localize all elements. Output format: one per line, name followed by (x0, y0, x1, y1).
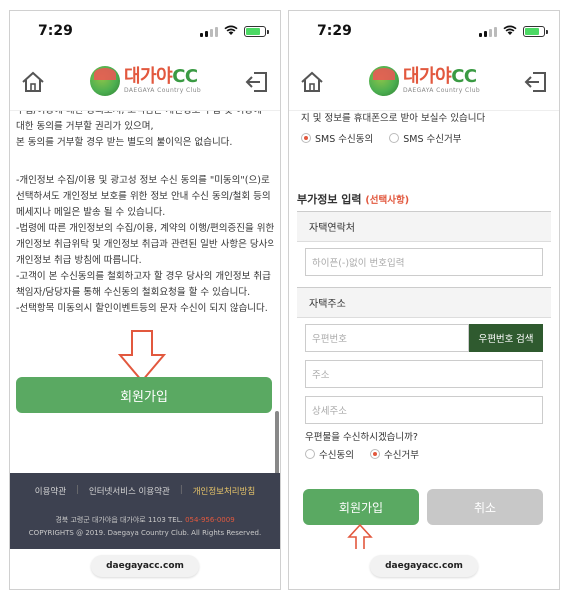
terms-text: 수집/이용에 대한 동의로서, 고객님은 개인정보 수집 및 이용에 대한 동의… (10, 111, 280, 479)
sms-agree-radio[interactable]: SMS 수신동의 (301, 131, 373, 145)
terms-line: 메세지나 메일은 발송 될 수 있습니다. (16, 207, 166, 218)
battery-icon (244, 26, 269, 37)
address-field-group: 자택주소 우편번호 우편번호 검색 주소 상세주소 (297, 287, 551, 438)
status-bar: 7:29 (289, 11, 559, 53)
contact-label: 자택연락처 (297, 212, 551, 242)
terms-line: -선택항목 미동의시 할인이벤트등의 문자 수신이 되지 않습니다. (16, 303, 268, 314)
status-time: 7:29 (317, 23, 352, 39)
home-icon[interactable] (20, 69, 46, 95)
status-time: 7:29 (38, 23, 73, 39)
footer-separator: | (179, 485, 183, 495)
logo[interactable]: 대가야CC DAEGAYA Country Club (90, 65, 201, 97)
terms-line: 책임자/담당자를 통해 수신동의 철회요청을 할 수 있습니다. (16, 287, 251, 298)
terms-line: 본 동의를 거부할 경우 받는 별도의 불이익은 없습니다. (16, 137, 233, 148)
address-input[interactable]: 주소 (305, 360, 543, 388)
mail-question: 우편물을 수신하시겠습니까? (305, 432, 418, 443)
radio-checked-icon (301, 133, 311, 143)
signal-icon (200, 27, 218, 37)
terms-line: 개인정보 취급위탁 및 개인정보 취급과 관련된 일반 사항은 당사의 (16, 239, 274, 250)
signal-icon (479, 27, 497, 37)
address-text: 경북 고령군 대가야읍 대가야로 1103 TEL. (55, 516, 183, 524)
sms-reject-radio[interactable]: SMS 수신거부 (389, 131, 462, 145)
join-button[interactable]: 회원가입 (303, 489, 419, 525)
phone-field-group: 자택연락처 하이픈(-)없이 번호입력 (297, 211, 551, 290)
footer-links: 이용약관 | 인터넷서비스 이용약관 | 개인정보처리방침 (10, 485, 280, 497)
page: 7:29 대가야CC DAEGAYA Country Club 수집/이용에 대… (0, 0, 569, 600)
sms-notice: 지 및 정보를 휴대폰으로 받아 보실수 있습니다 (301, 113, 486, 124)
logo-subtitle: DAEGAYA Country Club (403, 87, 481, 94)
mail-radio-group: 수신동의 수신거부 (293, 445, 431, 463)
logo-title: 대가야 (124, 66, 173, 87)
home-phone-input[interactable]: 하이픈(-)없이 번호입력 (305, 248, 543, 276)
footer: 이용약관 | 인터넷서비스 이용약관 | 개인정보처리방침 경북 고령군 대가야… (10, 473, 280, 551)
sms-agree-label: SMS 수신동의 (315, 134, 374, 145)
radio-unchecked-icon (389, 133, 400, 143)
radio-checked-icon (369, 449, 380, 459)
zip-row: 우편번호 우편번호 검색 (305, 324, 543, 352)
terms-line: 수집/이용에 대한 동의로서, 고객님은 개인정보 수집 및 이용에 (16, 111, 274, 119)
section-title-text: 부가정보 입력 (297, 193, 362, 206)
terms-line: 개인정보 취급 방침에 따릅니다. (16, 255, 142, 266)
tel-number[interactable]: 054-956-0009 (185, 516, 235, 524)
mail-agree-radio[interactable]: 수신동의 (305, 447, 354, 461)
join-button[interactable]: 회원가입 (16, 377, 272, 413)
copyright: COPYRIGHTS @ 2019. Daegaya Country Club.… (28, 529, 262, 537)
terms-line: -법령에 따른 개인정보의 수집/이용, 계약의 이행/편의증진을 위한 (16, 223, 274, 234)
sms-reject-label: SMS 수신거부 (403, 134, 462, 145)
url-bar: daegayacc.com (289, 549, 559, 589)
left-phone-screen: 7:29 대가야CC DAEGAYA Country Club 수집/이용에 대… (9, 10, 281, 590)
section-title: 부가정보 입력 (선택사항) (297, 191, 409, 207)
privacy-policy-link[interactable]: 개인정보처리방침 (193, 485, 256, 497)
arrow-down-icon (118, 330, 166, 383)
battery-icon (523, 26, 548, 37)
url-pill[interactable]: daegayacc.com (91, 555, 199, 577)
terms-line: -개인정보 수집/이용 및 광고성 정보 수신 동의를 "미동의"(으)로 (16, 175, 270, 186)
logo-subtitle: DAEGAYA Country Club (124, 87, 202, 94)
sms-consent: 지 및 정보를 휴대폰으로 받아 보실수 있습니다 SMS 수신동의 SMS 수… (289, 111, 559, 147)
terms-line: -고객이 본 수신동의를 철회하고자 할 경우 당사의 개인정보 취급 (16, 271, 271, 282)
home-icon[interactable] (299, 69, 325, 95)
url-pill[interactable]: daegayacc.com (370, 555, 478, 577)
wifi-icon (224, 25, 238, 35)
zip-search-button[interactable]: 우편번호 검색 (469, 324, 543, 352)
address-detail-input[interactable]: 상세주소 (305, 396, 543, 424)
radio-unchecked-icon (305, 449, 315, 459)
terms-line (16, 151, 274, 173)
logo-title-cc: CC (451, 66, 477, 87)
header: 대가야CC DAEGAYA Country Club (10, 53, 280, 111)
sms-radio-group: SMS 수신동의 SMS 수신거부 (289, 129, 559, 147)
internet-terms-link[interactable]: 인터넷서비스 이용약관 (89, 485, 170, 497)
mail-agree-label: 수신동의 (319, 450, 354, 461)
header: 대가야CC DAEGAYA Country Club (289, 53, 559, 111)
status-bar: 7:29 (10, 11, 280, 53)
logo-title-cc: CC (172, 66, 198, 87)
footer-address: 경북 고령군 대가야읍 대가야로 1103 TEL. 054-956-0009 (10, 515, 280, 525)
cancel-button[interactable]: 취소 (427, 489, 543, 525)
logo-emblem-icon (90, 66, 120, 96)
terms-line: 선택하셔도 개인정보 보호를 위한 정보 안내 수신 동의/철회 등의 (16, 191, 271, 202)
terms-line: 대한 동의를 거부할 권리가 있으며, (16, 121, 154, 132)
mail-reject-radio[interactable]: 수신거부 (369, 447, 419, 461)
logout-icon[interactable] (244, 69, 270, 95)
mail-reject-label: 수신거부 (383, 450, 419, 461)
logout-icon[interactable] (523, 69, 549, 95)
section-optional: (선택사항) (365, 195, 410, 206)
logo[interactable]: 대가야CC DAEGAYA Country Club (369, 65, 480, 97)
wifi-icon (503, 25, 517, 35)
terms-link[interactable]: 이용약관 (35, 485, 66, 497)
footer-separator: | (76, 485, 79, 495)
zip-code-input[interactable]: 우편번호 (305, 324, 469, 352)
address-label: 자택주소 (297, 288, 551, 318)
form-actions: 회원가입 취소 (303, 489, 543, 525)
logo-emblem-icon (369, 66, 399, 96)
url-bar: daegayacc.com (10, 549, 280, 589)
logo-title: 대가야 (403, 66, 452, 87)
right-phone-screen: 7:29 대가야CC DAEGAYA Country Club 지 및 정보를 … (288, 10, 560, 590)
